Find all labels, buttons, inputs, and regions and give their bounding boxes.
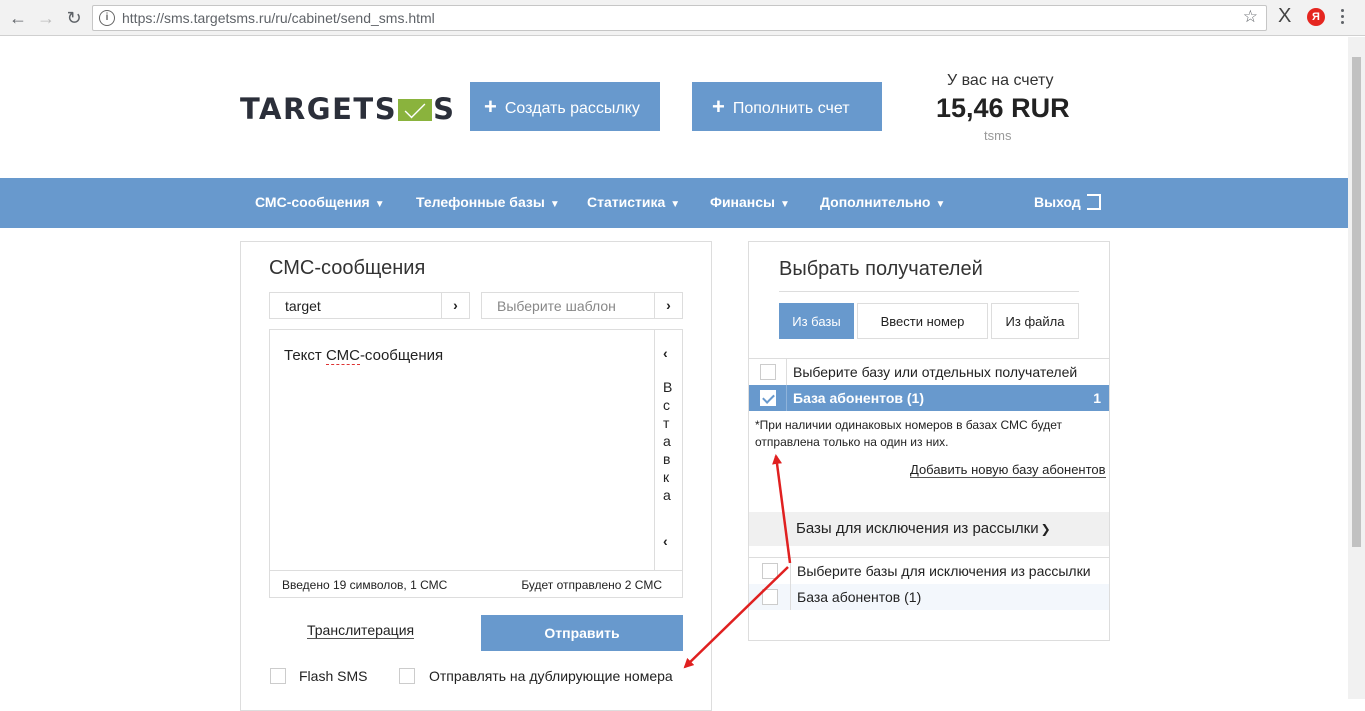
template-placeholder: Выберите шаблон: [497, 298, 616, 314]
scrollbar-thumb[interactable]: [1352, 57, 1361, 547]
nav-item-label: Финансы: [710, 194, 775, 210]
nav-item-label: Статистика: [587, 194, 666, 210]
chevron-left-icon[interactable]: ‹: [663, 345, 668, 361]
exclusions-base-label: База абонентов (1): [797, 589, 922, 605]
balance-value: 15,46 RUR: [936, 93, 1070, 123]
chevron-down-icon: ▼: [780, 199, 790, 210]
extension-x-icon[interactable]: X: [1278, 5, 1291, 28]
tab-from-base[interactable]: Из базы: [779, 303, 854, 339]
select-all-label: Выберите базу или отдельных получателей: [793, 364, 1078, 380]
reload-icon[interactable]: ↻: [62, 6, 86, 30]
yandex-extension-icon[interactable]: Я: [1307, 8, 1325, 26]
browser-toolbar: ← → ↻ i https://sms.targetsms.ru/ru/cabi…: [0, 0, 1365, 36]
sms-text-part: Текст: [284, 347, 326, 364]
back-icon[interactable]: ←: [6, 6, 30, 30]
insert-panel-toggle[interactable]: ‹ Вставка ‹: [654, 330, 682, 570]
checkbox-cell: [749, 385, 787, 411]
create-campaign-label: Создать рассылку: [504, 100, 640, 117]
nav-exit[interactable]: Выход: [1034, 194, 1101, 210]
nav-exit-label: Выход: [1034, 194, 1081, 210]
logo-text-left: TARGETS: [240, 92, 398, 126]
base-row-selected[interactable]: База абонентов (1) 1: [749, 385, 1109, 411]
nav-item-label: Дополнительно: [820, 194, 931, 210]
send-button[interactable]: Отправить: [481, 615, 683, 651]
nav-item-label: Телефонные базы: [416, 194, 545, 210]
sender-value: target: [285, 298, 321, 314]
exclusions-base-checkbox[interactable]: [762, 589, 778, 605]
flash-sms-checkbox[interactable]: [270, 668, 286, 684]
flash-sms-label: Flash SMS: [299, 668, 368, 684]
browser-menu-icon[interactable]: [1341, 9, 1345, 27]
base-name: База абонентов (1): [793, 390, 924, 406]
exclusions-select-label: Выберите базы для исключения из рассылки: [797, 563, 1091, 579]
tab-from-file[interactable]: Из файла: [991, 303, 1079, 339]
exclusions-header-label: Базы для исключения из рассылки: [796, 520, 1039, 537]
exclusions-header[interactable]: Базы для исключения из рассылки ❯: [749, 512, 1109, 546]
main-nav: СМС-сообщения ▼ Телефонные базы ▼ Статисти…: [0, 178, 1348, 228]
recipients-panel-title: Выбрать получателей: [779, 258, 983, 280]
info-icon[interactable]: i: [99, 10, 115, 26]
sender-select[interactable]: target ›: [269, 292, 470, 319]
transliteration-link[interactable]: Транслитерация: [307, 622, 415, 639]
sms-counter: Введено 19 символов, 1 СМС Будет отправл…: [270, 570, 682, 597]
add-base-link[interactable]: Добавить новую базу абонентов: [910, 462, 1106, 478]
create-campaign-button[interactable]: + Создать рассылку: [470, 82, 660, 131]
address-bar[interactable]: i https://sms.targetsms.ru/ru/cabinet/se…: [92, 5, 1267, 31]
sms-count: Будет отправлено 2 СМС: [521, 578, 662, 592]
sms-text-area[interactable]: Текст СМС-сообщения ‹ Вставка ‹ Введено …: [269, 329, 683, 598]
forward-icon[interactable]: →: [34, 6, 58, 30]
duplicate-numbers-label: Отправлять на дублирующие номера: [429, 668, 673, 684]
chevron-down-icon: ▼: [549, 199, 560, 210]
nav-item-statistics[interactable]: Статистика ▼: [587, 194, 680, 210]
balance-unit: tsms: [984, 128, 1012, 143]
sms-panel-title: СМС-сообщения: [269, 257, 426, 279]
chevron-down-icon: ▼: [670, 199, 681, 210]
nav-item-more[interactable]: Дополнительно ▼: [820, 194, 945, 210]
bookmark-star-icon[interactable]: ☆: [1243, 7, 1258, 27]
template-select[interactable]: Выберите шаблон ›: [481, 292, 683, 319]
nav-item-phone-bases[interactable]: Телефонные базы ▼: [416, 194, 560, 210]
balance-label: У вас на счету: [947, 72, 1054, 89]
sms-text-part: -сообщения: [359, 347, 444, 364]
select-all-checkbox[interactable]: [760, 364, 776, 380]
duplicate-numbers-checkbox[interactable]: [399, 668, 415, 684]
chevron-right-icon[interactable]: ›: [654, 293, 682, 318]
logo-text-right: S: [433, 92, 456, 126]
base-checkbox-checked[interactable]: [760, 390, 776, 406]
select-all-recipients-row[interactable]: Выберите базу или отдельных получателей: [749, 359, 1109, 385]
chevron-right-icon[interactable]: ›: [441, 293, 469, 318]
sms-text[interactable]: Текст СМС-сообщения: [284, 347, 444, 365]
chevron-left-icon[interactable]: ‹: [663, 533, 668, 549]
page-scrollbar[interactable]: [1348, 37, 1365, 699]
checkbox-cell: [749, 359, 787, 385]
chevron-down-icon: ❯: [1040, 522, 1051, 536]
tab-enter-number[interactable]: Ввести номер: [857, 303, 988, 339]
checkbox-cell: [749, 584, 791, 610]
nav-item-finance[interactable]: Финансы ▼: [710, 194, 790, 210]
base-count: 1: [1093, 390, 1101, 406]
plus-icon: +: [712, 94, 725, 119]
divider: [779, 291, 1079, 292]
exclusions-select-all-checkbox[interactable]: [762, 563, 778, 579]
insert-label: Вставка: [663, 379, 673, 503]
topup-label: Пополнить счет: [732, 100, 850, 117]
plus-icon: +: [484, 94, 497, 119]
targetsms-logo[interactable]: TARGETS S: [240, 92, 455, 126]
chevron-down-icon: ▼: [374, 199, 385, 210]
exclusions-select-row[interactable]: Выберите базы для исключения из рассылки: [749, 558, 1109, 584]
exit-icon: [1086, 194, 1101, 210]
checkbox-cell: [749, 558, 791, 584]
duplicate-note: *При наличии одинаковых номеров в базах …: [755, 418, 1062, 449]
topup-button[interactable]: + Пополнить счет: [692, 82, 882, 131]
char-counter: Введено 19 символов, 1 СМС: [282, 578, 448, 592]
envelope-logo-icon: [398, 99, 433, 121]
nav-item-sms[interactable]: СМС-сообщения ▼: [255, 194, 385, 210]
nav-item-label: СМС-сообщения: [255, 194, 370, 210]
chevron-down-icon: ▼: [935, 199, 946, 210]
sms-text-misspelled: СМС: [325, 347, 360, 365]
url-text: https://sms.targetsms.ru/ru/cabinet/send…: [122, 10, 435, 26]
exclusions-base-row[interactable]: База абонентов (1): [749, 584, 1109, 610]
